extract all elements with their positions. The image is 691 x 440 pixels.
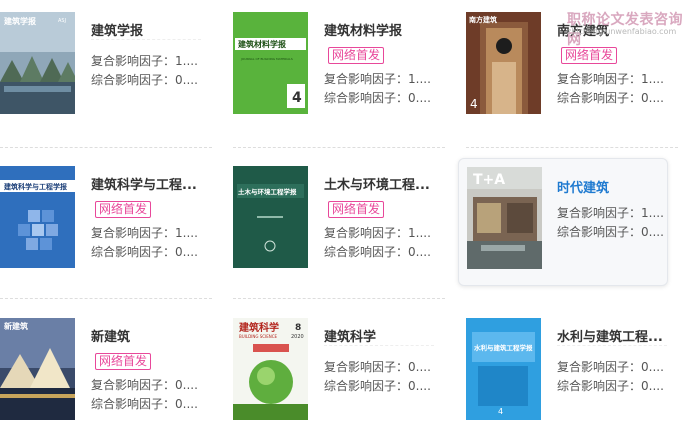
comprehensive-impact-factor: 综合影响因子：0.... <box>557 225 664 239</box>
divider <box>557 345 667 346</box>
composite-impact-factor: 复合影响因子：1.... <box>91 54 198 68</box>
journal-title[interactable]: 建筑科学 <box>324 326 449 345</box>
cover-green-materials-icon[interactable]: 建筑材料学报 JOURNAL OF BUILDING MATERIALS 4 <box>233 12 308 114</box>
journal-card[interactable]: 土木与环境工程学报 土木与环境工程... 网络首发 复合影响因子：1.... 综… <box>233 166 455 296</box>
composite-impact-factor: 复合影响因子：0.... <box>324 360 431 374</box>
cover-text: 水利与建筑工程学报 <box>474 343 533 352</box>
journal-card[interactable]: 新建筑 新建筑 网络首发 复合影响因子：0.... 综合影响因子：0.... <box>0 318 222 440</box>
journal-stats: 复合影响因子：1.... 综合影响因子：0.... <box>557 204 664 242</box>
cover-issue-number: 4 <box>292 90 302 106</box>
cover-text: T+A <box>473 172 505 188</box>
online-first-badge: 网络首发 <box>328 47 385 64</box>
cover-green-globe-icon[interactable]: 建筑科学 BUILDING SCIENCE 8 2020 <box>233 318 308 420</box>
cover-text: 建筑科学与工程学报 <box>4 182 68 191</box>
journal-card[interactable]: 建筑学报 ASJ 建筑学报 复合影响因子：1.... 综合影响因子：0.... <box>0 12 222 142</box>
cover-issue-number: 4 <box>498 407 503 416</box>
online-first-badge: 网络首发 <box>328 201 385 218</box>
cover-text: 新建筑 <box>4 321 28 331</box>
journal-title[interactable]: 新建筑 <box>91 326 216 345</box>
cover-issue-number: 4 <box>470 97 478 111</box>
row-divider <box>0 147 212 148</box>
journal-title[interactable]: 时代建筑 <box>557 177 682 196</box>
composite-impact-factor: 复合影响因子：1.... <box>557 72 664 86</box>
cover-text: 土木与环境工程学报 <box>238 187 297 196</box>
comprehensive-impact-factor: 综合影响因子：0.... <box>91 397 198 411</box>
composite-impact-factor: 复合影响因子：0.... <box>557 360 664 374</box>
journal-stats: 复合影响因子：1.... 综合影响因子：0.... <box>324 70 431 108</box>
journal-title[interactable]: 建筑学报 <box>91 20 216 39</box>
journal-stats: 复合影响因子：0.... 综合影响因子：0.... <box>324 358 431 396</box>
journal-card[interactable]: 建筑科学 BUILDING SCIENCE 8 2020 建筑科学 复合影响因子… <box>233 318 455 440</box>
cover-building-architecture-icon[interactable]: 建筑学报 ASJ <box>0 12 75 114</box>
cover-tag: ASJ <box>58 18 66 24</box>
journal-stats: 复合影响因子：1.... 综合影响因子：0.... <box>557 70 664 108</box>
composite-impact-factor: 复合影响因子：1.... <box>324 72 431 86</box>
composite-impact-factor: 复合影响因子：1.... <box>324 226 431 240</box>
cover-bridge-night-icon[interactable]: 新建筑 <box>0 318 75 420</box>
cover-atrium-icon[interactable]: 南方建筑 4 <box>466 12 541 114</box>
cover-text: 建筑学报 <box>3 16 36 26</box>
cover-text: 南方建筑 <box>469 15 497 24</box>
divider <box>91 39 201 40</box>
journal-stats: 复合影响因子：1.... 综合影响因子：0.... <box>324 224 431 262</box>
journal-stats: 复合影响因子：0.... 综合影响因子：0.... <box>91 376 198 414</box>
journal-stats: 复合影响因子：1.... 综合影响因子：0.... <box>91 52 198 90</box>
comprehensive-impact-factor: 综合影响因子：0.... <box>324 245 431 259</box>
journal-card[interactable]: 建筑科学与工程学报 建筑科学与工程... 网络首发 复合影响因子：1.... 综… <box>0 166 222 296</box>
online-first-badge: 网络首发 <box>95 353 152 370</box>
composite-impact-factor: 复合影响因子：0.... <box>91 378 198 392</box>
cover-dark-green-icon[interactable]: 土木与环境工程学报 <box>233 166 308 268</box>
journal-grid: 建筑学报 ASJ 建筑学报 复合影响因子：1.... 综合影响因子：0.... … <box>0 0 691 440</box>
journal-card[interactable]: 水利与建筑工程学报 4 水利与建筑工程... 复合影响因子：0.... 综合影响… <box>466 318 688 440</box>
cover-text: 建筑科学 <box>238 321 279 334</box>
divider <box>324 345 434 346</box>
journal-title[interactable]: 土木与环境工程... <box>324 174 449 193</box>
composite-impact-factor: 复合影响因子：1.... <box>91 226 198 240</box>
journal-stats: 复合影响因子：0.... 综合影响因子：0.... <box>557 358 664 396</box>
cover-subtitle: BUILDING SCIENCE <box>239 334 278 339</box>
composite-impact-factor: 复合影响因子：1.... <box>557 206 664 220</box>
cover-text: 建筑材料学报 <box>237 39 286 49</box>
row-divider <box>233 298 445 299</box>
row-divider <box>233 147 445 148</box>
online-first-badge: 网络首发 <box>561 47 618 64</box>
journal-title[interactable]: 建筑科学与工程... <box>91 174 216 193</box>
row-divider <box>466 147 678 148</box>
journal-title[interactable]: 建筑材料学报 <box>324 20 449 39</box>
cover-modern-building-icon[interactable]: T+A <box>467 167 542 269</box>
cover-issue-number: 8 <box>295 323 301 333</box>
comprehensive-impact-factor: 综合影响因子：0.... <box>324 91 431 105</box>
comprehensive-impact-factor: 综合影响因子：0.... <box>91 73 198 87</box>
comprehensive-impact-factor: 综合影响因子：0.... <box>91 245 198 259</box>
journal-stats: 复合影响因子：1.... 综合影响因子：0.... <box>91 224 198 262</box>
journal-title[interactable]: 水利与建筑工程... <box>557 326 682 345</box>
journal-card-hovered[interactable]: T+A 时代建筑 复合影响因子：1.... 综合影响因子：0.... <box>458 158 668 286</box>
cover-year: 2020 <box>291 334 304 340</box>
comprehensive-impact-factor: 综合影响因子：0.... <box>557 379 664 393</box>
journal-card[interactable]: 建筑材料学报 JOURNAL OF BUILDING MATERIALS 4 建… <box>233 12 455 142</box>
comprehensive-impact-factor: 综合影响因子：0.... <box>324 379 431 393</box>
comprehensive-impact-factor: 综合影响因子：0.... <box>557 91 664 105</box>
online-first-badge: 网络首发 <box>95 201 152 218</box>
cover-subtitle: JOURNAL OF BUILDING MATERIALS <box>240 57 293 61</box>
cover-blue-journal-icon[interactable]: 水利与建筑工程学报 4 <box>466 318 541 420</box>
row-divider <box>0 298 212 299</box>
site-watermark-url: zhichenglunwenfabiao.com <box>567 27 677 36</box>
cover-blue-cubes-icon[interactable]: 建筑科学与工程学报 <box>0 166 75 268</box>
